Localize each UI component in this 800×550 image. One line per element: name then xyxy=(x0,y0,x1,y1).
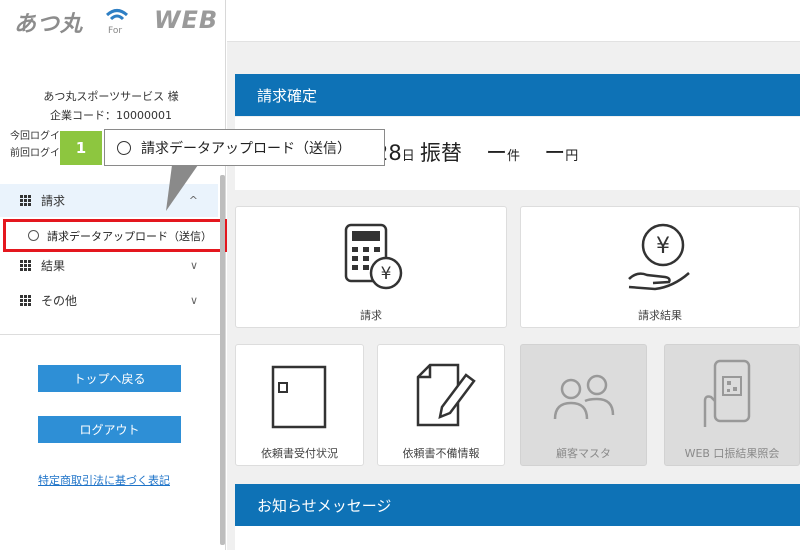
tile-web-result-inquiry[interactable]: WEB 口振結果照会 xyxy=(664,344,800,466)
company-code: 企業コード：10000001 xyxy=(50,109,172,122)
tile-billing-results-label: 請求結果 xyxy=(638,309,682,322)
billing-panel-header: 請求確定 xyxy=(235,74,800,116)
users-icon xyxy=(553,374,615,420)
tile-billing-label: 請求 xyxy=(360,309,382,322)
envelope-icon xyxy=(271,365,327,429)
radio-icon xyxy=(117,140,131,155)
app-logo[interactable]: あつ丸 For WEB xyxy=(14,6,217,37)
sidebar-item-billing-upload[interactable]: 請求データアップロード（送信） xyxy=(3,219,227,252)
tile-web-result-inquiry-label: WEB 口振結果照会 xyxy=(684,447,780,460)
logo-web-text: WEB xyxy=(154,6,219,34)
calculator-yen-icon: ¥ xyxy=(344,223,403,290)
main-content: 請求確定 28日 振替 ー件 ー円 ¥ 請求 ¥ 請求結果 依頼書受付状況 依頼… xyxy=(227,0,800,550)
hand-yen-coin-icon: ¥ xyxy=(628,223,690,291)
menu-other-label: その他 xyxy=(41,294,78,308)
tile-billing[interactable]: ¥ 請求 xyxy=(235,206,507,328)
radio-icon xyxy=(28,230,39,241)
document-pencil-icon xyxy=(416,363,476,427)
login-current: 今回ログイ xyxy=(10,131,60,142)
callout-pointer-icon xyxy=(166,165,198,211)
sub-item-label: 請求データアップロード（送信） xyxy=(47,229,212,243)
billing-count-unit: 件 xyxy=(507,149,521,164)
svg-text:¥: ¥ xyxy=(381,264,392,284)
menu-results-label: 結果 xyxy=(41,259,66,273)
tile-customer-master-label: 顧客マスタ xyxy=(556,447,611,460)
callout-box: 請求データアップロード（送信） xyxy=(104,129,385,166)
company-info: あつ丸スポーツサービス 様 企業コード：10000001 xyxy=(0,87,222,125)
tile-billing-results[interactable]: ¥ 請求結果 xyxy=(520,206,800,328)
tile-application-defects-label: 依頼書不備情報 xyxy=(402,447,480,460)
callout-text: 請求データアップロード（送信） xyxy=(141,140,351,157)
legal-notice-link[interactable]: 特定商取引法に基づく表記 xyxy=(38,472,170,488)
grid-icon xyxy=(20,260,31,271)
grid-icon xyxy=(20,295,31,306)
tile-customer-master[interactable]: 顧客マスタ xyxy=(520,344,647,466)
company-name: あつ丸スポーツサービス 様 xyxy=(43,90,179,103)
sidebar: あつ丸 For WEB あつ丸スポーツサービス 様 企業コード：10000001… xyxy=(0,0,227,550)
billing-day-unit: 日 xyxy=(401,149,415,164)
login-previous: 前回ログイ xyxy=(10,148,60,159)
top-bar xyxy=(227,0,800,42)
login-info: 今回ログイ 前回ログイ xyxy=(10,128,60,162)
billing-amount: ー xyxy=(544,141,566,165)
billing-amount-unit: 円 xyxy=(565,149,579,164)
step-number-badge: 1 xyxy=(60,131,102,165)
tile-application-status[interactable]: 依頼書受付状況 xyxy=(235,344,364,466)
sidebar-scrollbar[interactable] xyxy=(220,175,225,545)
tile-application-status-label: 依頼書受付状況 xyxy=(261,447,338,460)
notice-panel-header: お知らせメッセージ xyxy=(235,484,800,526)
menu-results[interactable]: 結果 ∨ xyxy=(0,249,218,282)
chevron-down-icon: ∨ xyxy=(189,294,198,307)
wave-logo-icon xyxy=(105,9,129,21)
menu-other[interactable]: その他 ∨ xyxy=(0,284,218,317)
sidebar-divider xyxy=(0,334,220,335)
tile-application-defects[interactable]: 依頼書不備情報 xyxy=(377,344,505,466)
svg-text:¥: ¥ xyxy=(656,234,670,259)
logo-brand-text: あつ丸 xyxy=(14,12,84,37)
grid-icon xyxy=(20,195,31,206)
back-to-top-button[interactable]: トップへ戻る xyxy=(38,365,181,392)
billing-count: ー xyxy=(486,141,508,165)
notice-body xyxy=(235,526,800,550)
chevron-down-icon: ∨ xyxy=(189,259,198,272)
billing-summary-line: 28日 振替 ー件 ー円 xyxy=(375,137,578,167)
menu-billing-label: 請求 xyxy=(41,194,66,208)
logo-for-text: For xyxy=(108,26,123,36)
billing-method: 振替 xyxy=(419,141,462,165)
phone-qr-icon xyxy=(703,359,751,427)
logout-button[interactable]: ログアウト xyxy=(38,416,181,443)
